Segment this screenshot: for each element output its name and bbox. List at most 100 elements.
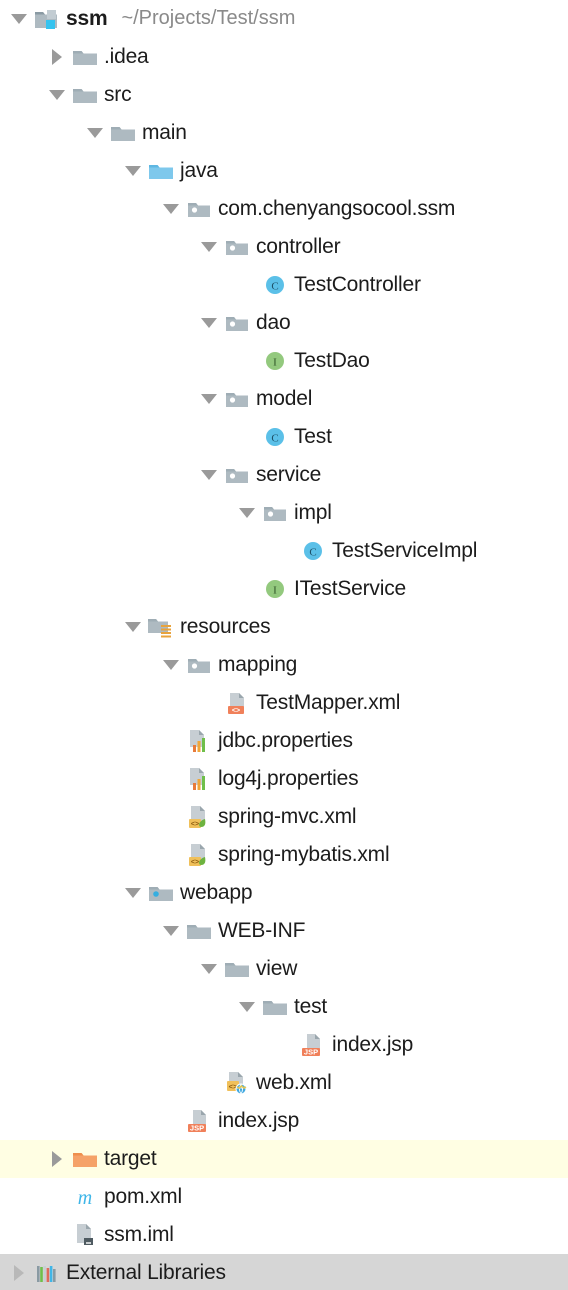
folder-icon [70, 80, 100, 110]
tree-row[interactable]: m pom.xml [0, 1178, 568, 1216]
tree-row[interactable]: WEB-INF [0, 912, 568, 950]
java-class-icon: C [260, 422, 290, 452]
expand-toggle-collapse-icon[interactable] [6, 0, 32, 38]
tree-row-label: webapp [180, 880, 253, 904]
folder-icon [108, 118, 138, 148]
expand-toggle-expand-icon[interactable] [6, 1254, 32, 1290]
tree-row[interactable]: main [0, 114, 568, 152]
tree-row[interactable]: JSP index.jsp [0, 1102, 568, 1140]
expand-toggle-collapse-icon[interactable] [158, 190, 184, 228]
expand-toggle-placeholder [158, 1102, 184, 1140]
tree-row[interactable]: model [0, 380, 568, 418]
expand-toggle-collapse-icon[interactable] [120, 874, 146, 912]
tree-row[interactable]: JSP index.jsp [0, 1026, 568, 1064]
tree-row-label: External Libraries [66, 1260, 226, 1284]
tree-row[interactable]: view [0, 950, 568, 988]
tree-row[interactable]: I TestDao [0, 342, 568, 380]
tree-row[interactable]: log4j.properties [0, 760, 568, 798]
expand-toggle-placeholder [272, 532, 298, 570]
java-class-icon: C [298, 536, 328, 566]
tree-row[interactable]: jdbc.properties [0, 722, 568, 760]
tree-row[interactable]: ssm.iml [0, 1216, 568, 1254]
tree-row[interactable]: C TestController [0, 266, 568, 304]
expand-toggle-collapse-icon[interactable] [196, 304, 222, 342]
tree-row[interactable]: target [0, 1140, 568, 1178]
tree-row[interactable]: dao [0, 304, 568, 342]
svg-text:JSP: JSP [190, 1124, 204, 1133]
tree-row-label: model [256, 386, 313, 410]
jsp-file-icon: JSP [184, 1106, 214, 1136]
project-tree[interactable]: ssm ~/Projects/Test/ssm .idea src main ja… [0, 0, 568, 1290]
expand-toggle-placeholder [158, 722, 184, 760]
expand-toggle-expand-icon[interactable] [44, 1140, 70, 1178]
jsp-file-icon: JSP [298, 1030, 328, 1060]
expand-toggle-collapse-icon[interactable] [120, 152, 146, 190]
iml-module-file-icon [70, 1220, 100, 1250]
svg-text:<>: <> [232, 708, 240, 715]
tree-row[interactable]: <> web.xml [0, 1064, 568, 1102]
tree-row[interactable]: <> TestMapper.xml [0, 684, 568, 722]
svg-text:<>: <> [191, 821, 199, 828]
expand-toggle-placeholder [158, 836, 184, 874]
expand-toggle-collapse-icon[interactable] [158, 912, 184, 950]
expand-toggle-collapse-icon[interactable] [234, 494, 260, 532]
tree-row[interactable]: com.chenyangsocool.ssm [0, 190, 568, 228]
expand-toggle-collapse-icon[interactable] [234, 988, 260, 1026]
tree-row[interactable]: <> spring-mybatis.xml [0, 836, 568, 874]
svg-text:C: C [271, 281, 278, 293]
tree-row[interactable]: src [0, 76, 568, 114]
tree-row-label: java [180, 158, 218, 182]
expand-toggle-collapse-icon[interactable] [196, 380, 222, 418]
tree-row-label: pom.xml [104, 1184, 182, 1208]
tree-row[interactable]: ssm ~/Projects/Test/ssm [0, 0, 568, 38]
expand-toggle-collapse-icon[interactable] [82, 114, 108, 152]
tree-row[interactable]: test [0, 988, 568, 1026]
tree-row[interactable]: java [0, 152, 568, 190]
tree-row[interactable]: service [0, 456, 568, 494]
tree-row-label: src [104, 82, 132, 106]
expand-toggle-collapse-icon[interactable] [196, 456, 222, 494]
source-root-folder-icon [146, 156, 176, 186]
java-interface-icon: I [260, 346, 290, 376]
expand-toggle-placeholder [196, 684, 222, 722]
tree-row[interactable]: External Libraries [0, 1254, 568, 1290]
tree-row[interactable]: .idea [0, 38, 568, 76]
tree-row-label: com.chenyangsocool.ssm [218, 196, 456, 220]
tree-row-label: spring-mvc.xml [218, 804, 357, 828]
tree-row[interactable]: C TestServiceImpl [0, 532, 568, 570]
expand-toggle-collapse-icon[interactable] [196, 228, 222, 266]
spring-xml-file-icon: <> [184, 840, 214, 870]
folder-icon [222, 954, 252, 984]
tree-row[interactable]: resources [0, 608, 568, 646]
expand-toggle-collapse-icon[interactable] [158, 646, 184, 684]
tree-row[interactable]: mapping [0, 646, 568, 684]
package-folder-icon [260, 498, 290, 528]
tree-row-label: target [104, 1146, 157, 1170]
expand-toggle-placeholder [158, 798, 184, 836]
folder-icon [70, 42, 100, 72]
tree-row[interactable]: controller [0, 228, 568, 266]
tree-row[interactable]: C Test [0, 418, 568, 456]
tree-row-label: impl [294, 500, 332, 524]
tree-row[interactable]: impl [0, 494, 568, 532]
package-folder-icon [222, 232, 252, 262]
tree-row[interactable]: I ITestService [0, 570, 568, 608]
svg-text:JSP: JSP [304, 1048, 318, 1057]
expand-toggle-collapse-icon[interactable] [120, 608, 146, 646]
expand-toggle-expand-icon[interactable] [44, 38, 70, 76]
expand-toggle-collapse-icon[interactable] [196, 950, 222, 988]
folder-icon [184, 916, 214, 946]
tree-row[interactable]: webapp [0, 874, 568, 912]
expand-toggle-collapse-icon[interactable] [44, 76, 70, 114]
tree-row[interactable]: <> spring-mvc.xml [0, 798, 568, 836]
